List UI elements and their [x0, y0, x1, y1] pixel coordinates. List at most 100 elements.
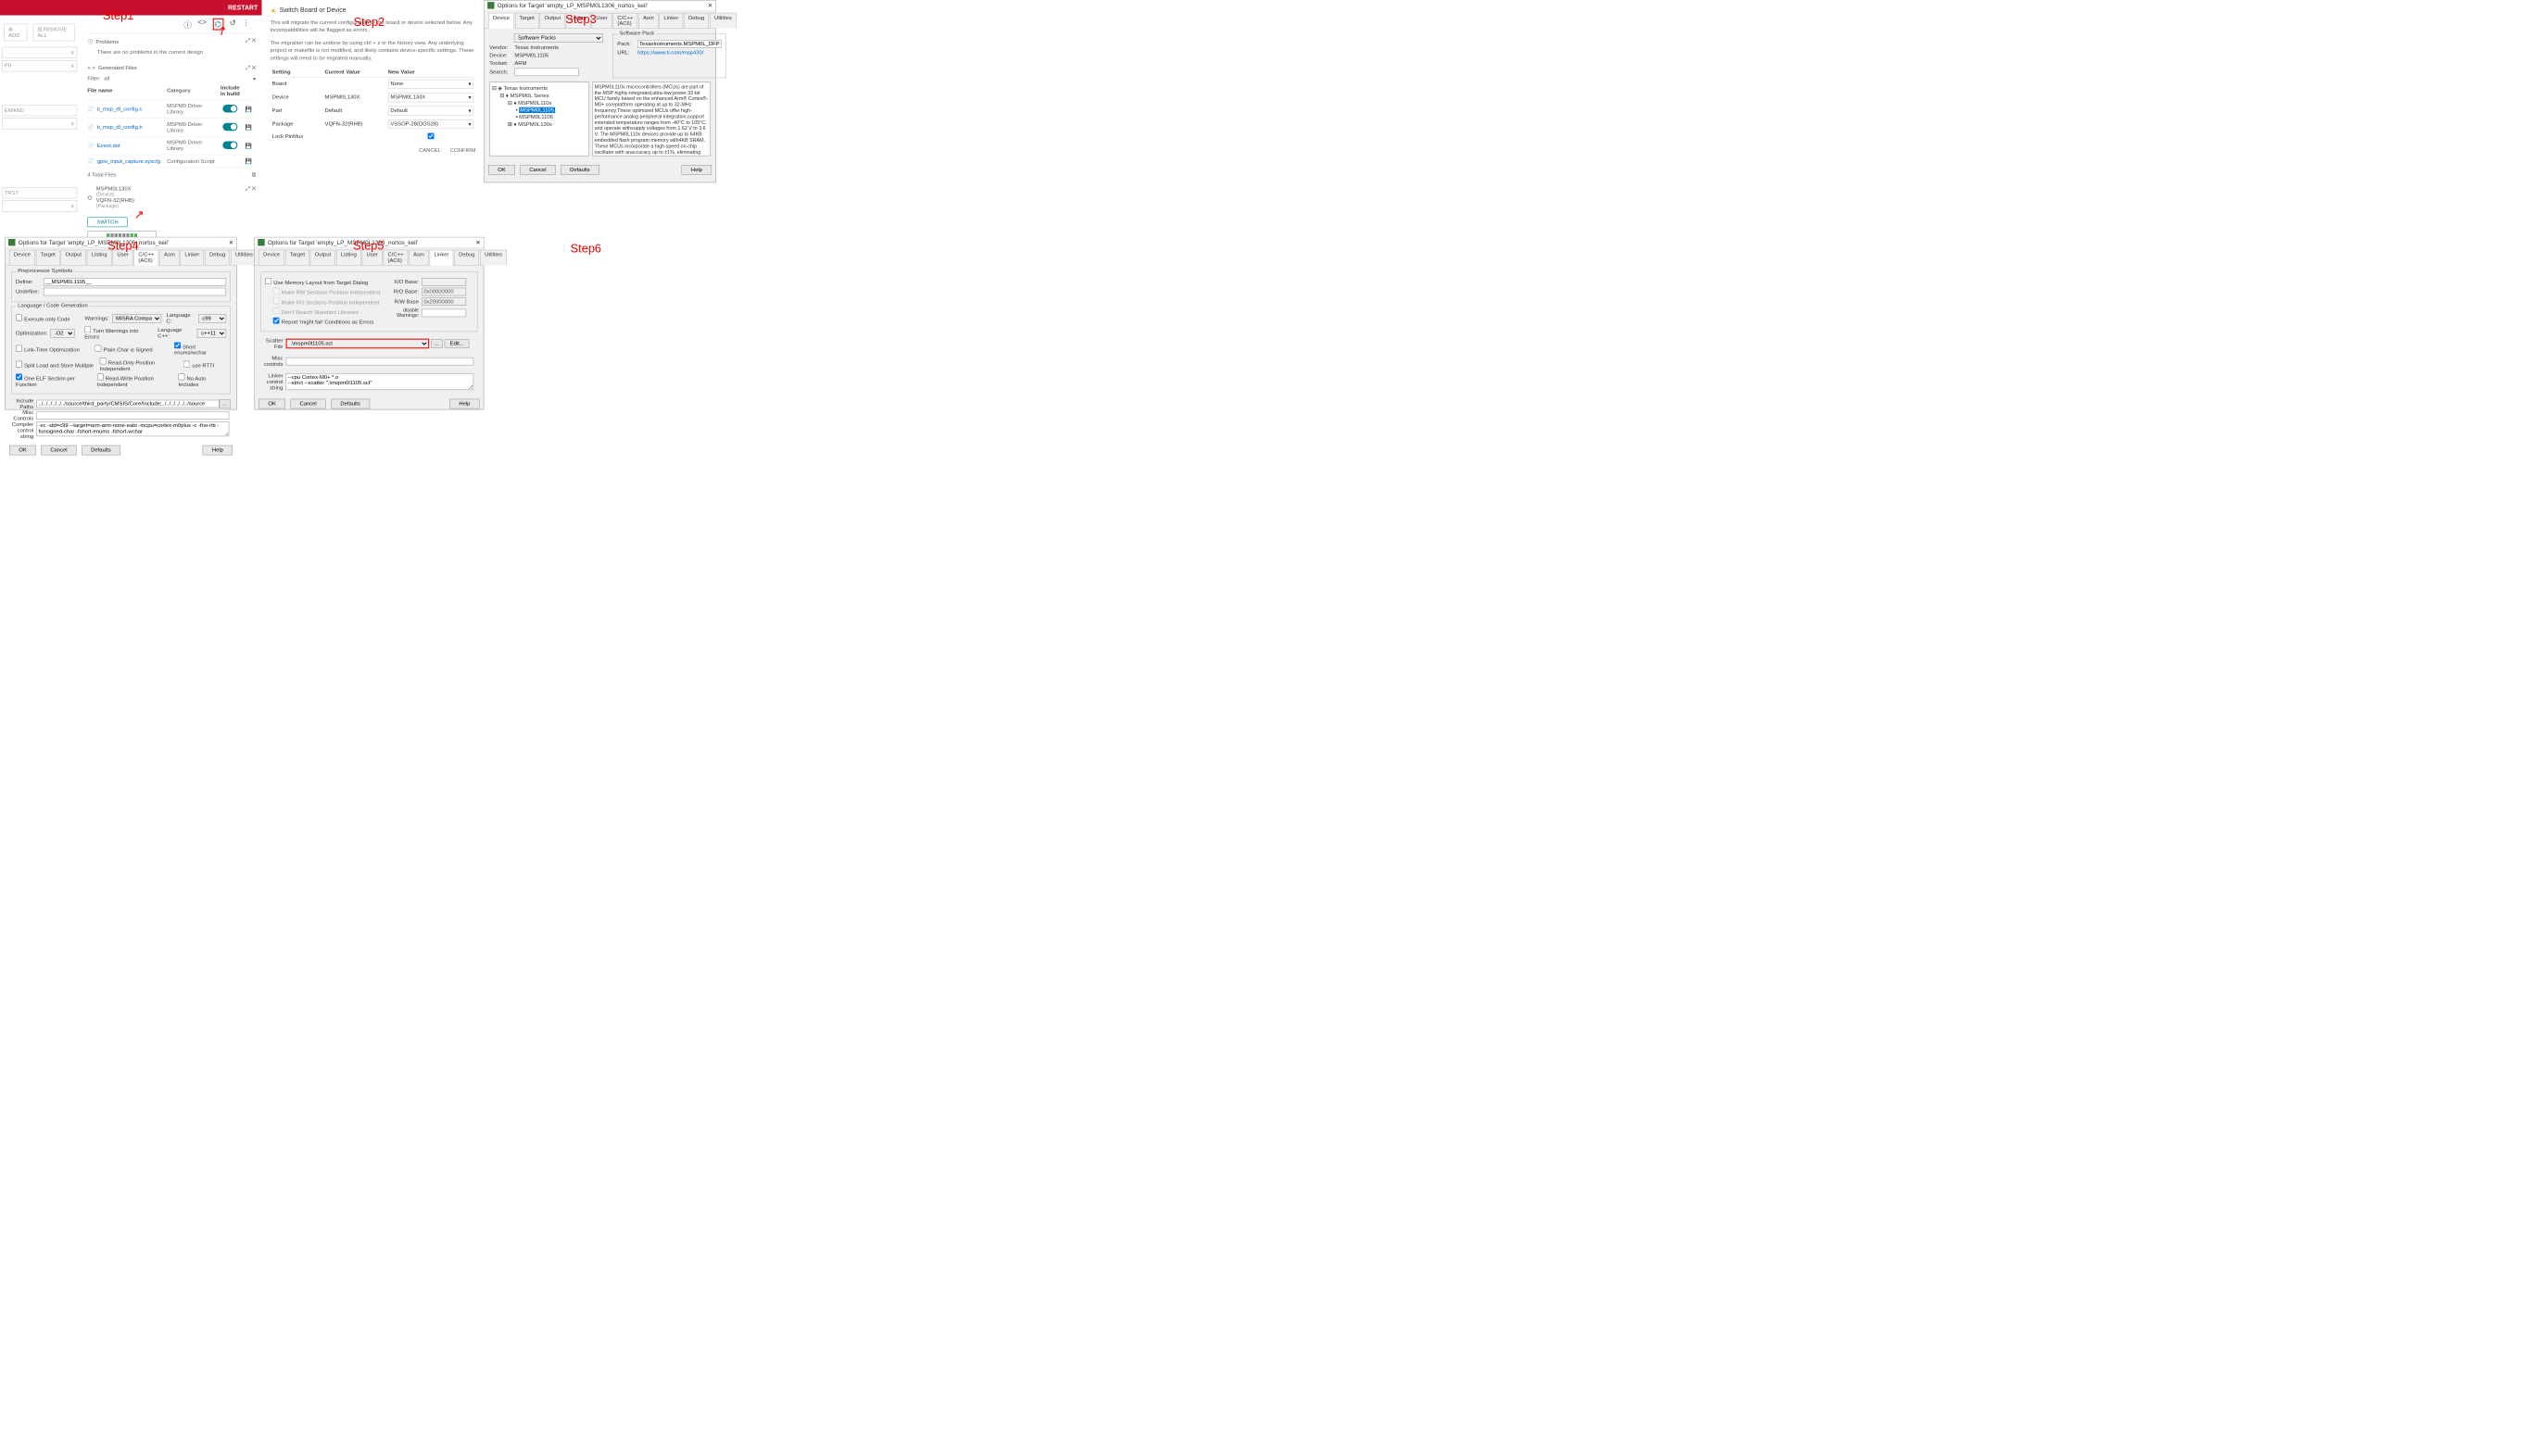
help-button[interactable]: Help — [449, 399, 479, 409]
file-link[interactable]: ti_msp_dl_config.c — [97, 107, 143, 112]
turn-warn-check[interactable] — [84, 326, 91, 333]
edit-button[interactable]: Edit... — [445, 339, 470, 348]
close-icon[interactable]: ✕ — [252, 38, 256, 44]
include-toggle[interactable] — [222, 105, 237, 113]
misc-input[interactable] — [36, 412, 229, 420]
browse-button[interactable]: ... — [220, 399, 231, 408]
help-button[interactable]: Help — [682, 165, 712, 175]
noauto-check[interactable] — [178, 373, 184, 380]
ok-button[interactable]: OK — [9, 446, 36, 456]
tab-debug[interactable]: Debug — [205, 250, 230, 266]
include-toggle[interactable] — [222, 122, 237, 131]
expand-icon[interactable]: ⤢ — [246, 186, 250, 192]
tab-target[interactable]: Target — [515, 13, 539, 29]
shortenum-check[interactable] — [174, 342, 181, 348]
expand-icon[interactable]: ⤢ — [246, 38, 250, 44]
tab-cc[interactable]: C/C++ (AC6) — [384, 250, 409, 266]
url-link[interactable]: https://www.ti.com/msp430/ — [637, 50, 703, 56]
dropdown-trst[interactable]: TRST — [2, 188, 77, 199]
code-icon[interactable]: <> — [197, 19, 207, 31]
opt-select[interactable]: -O2 — [50, 329, 74, 338]
warnings-select[interactable]: MISRA Compatible — [112, 314, 161, 323]
part-select[interactable]: Default▾ — [388, 107, 473, 116]
close-icon[interactable]: ✕ — [229, 239, 233, 245]
scatter-select[interactable]: .\mspm0l1105.sct — [286, 339, 430, 349]
save-icon[interactable]: 💾 — [242, 106, 256, 112]
cancel-button[interactable]: CANCEL — [419, 147, 441, 153]
lock-pinmux-check[interactable] — [427, 132, 434, 139]
device-tree[interactable]: ⊟ ◈ Texas Instruments ⊟ ♦ MSPM0L Series … — [489, 82, 589, 156]
lto-check[interactable] — [16, 345, 22, 352]
ok-button[interactable]: OK — [258, 399, 285, 409]
close-icon[interactable]: ✕ — [708, 2, 712, 8]
device-select[interactable]: MSPM0L134X▾ — [388, 93, 473, 102]
close-icon[interactable]: ✕ — [252, 186, 256, 192]
browse-button[interactable]: ... — [431, 339, 442, 348]
file-link[interactable]: Event.dot — [97, 143, 120, 148]
save-icon[interactable]: 💾 — [242, 143, 256, 149]
save-icon[interactable]: 💾 — [242, 124, 256, 131]
langc-select[interactable]: c99 — [198, 314, 226, 323]
rtti-check[interactable] — [183, 361, 190, 368]
pack-field[interactable] — [637, 40, 722, 48]
undefine-input[interactable] — [44, 288, 226, 296]
plainchar-check[interactable] — [95, 345, 101, 352]
info-icon[interactable]: ⓘ — [183, 19, 192, 31]
tab-target[interactable]: Target — [36, 250, 60, 266]
switch-button[interactable]: SWITCH — [87, 218, 127, 228]
tab-device[interactable]: Device — [488, 13, 514, 29]
tab-linker[interactable]: Linker — [430, 250, 454, 266]
remove-all-button[interactable]: ⊟ REMOVE ALL — [33, 24, 75, 42]
define-input[interactable] — [44, 278, 226, 286]
dropdown-demand[interactable]: EMAND — [2, 106, 77, 117]
dropdown-1[interactable]: ∨ — [2, 47, 77, 58]
langcpp-select[interactable]: c++11 — [197, 329, 226, 338]
ok-button[interactable]: OK — [488, 165, 515, 175]
dropdown-3[interactable]: ∨ — [2, 118, 77, 129]
history-icon[interactable]: ↺ — [230, 19, 236, 31]
dropdown-4[interactable]: ∨ — [2, 200, 77, 211]
tab-linker[interactable]: Linker — [181, 250, 205, 266]
tab-output[interactable]: Output — [540, 13, 565, 29]
include-toggle[interactable] — [222, 141, 237, 149]
oneelf-check[interactable] — [16, 373, 22, 380]
tab-utilities[interactable]: Utilities — [710, 13, 736, 29]
board-select[interactable]: None▾ — [388, 80, 473, 89]
tab-debug[interactable]: Debug — [454, 250, 479, 266]
tab-device[interactable]: Device — [258, 250, 284, 266]
tab-output[interactable]: Output — [310, 250, 335, 266]
help-button[interactable]: Help — [203, 446, 233, 456]
tab-cc[interactable]: C/C++ (AC6) — [613, 13, 638, 29]
tab-debug[interactable]: Debug — [684, 13, 709, 29]
split-check[interactable] — [16, 361, 22, 368]
add-button[interactable]: ⊕ ADD — [4, 24, 27, 42]
rwpos-check[interactable] — [97, 373, 104, 380]
defaults-button[interactable]: Defaults — [82, 446, 120, 456]
include-paths-input[interactable] — [36, 400, 219, 408]
tab-device[interactable]: Device — [9, 250, 35, 266]
file-link[interactable]: ti_msp_dl_config.h — [97, 124, 143, 130]
defaults-button[interactable]: Defaults — [331, 399, 370, 409]
cancel-button[interactable]: Cancel — [290, 399, 326, 409]
tab-asm[interactable]: Asm — [409, 250, 428, 266]
confirm-button[interactable]: CONFIRM — [450, 147, 475, 153]
report-check[interactable] — [273, 318, 280, 324]
file-link[interactable]: gpio_input_capture.syscfg — [97, 158, 160, 164]
save-icon[interactable]: 💾 — [242, 158, 256, 165]
tab-target[interactable]: Target — [285, 250, 309, 266]
cancel-button[interactable]: Cancel — [520, 165, 556, 175]
package-select[interactable]: VSSOP-28(DGS28)▾ — [388, 119, 473, 129]
search-input[interactable] — [514, 69, 578, 77]
tab-asm[interactable]: Asm — [638, 13, 658, 29]
sw-packs-select[interactable]: Software Packs — [514, 33, 603, 43]
tab-asm[interactable]: Asm — [159, 250, 179, 266]
misc-input[interactable] — [286, 358, 474, 366]
selected-device[interactable]: MSPM0L1105 — [519, 107, 555, 113]
copy-icon[interactable]: ⧉ — [252, 171, 256, 178]
tab-linker[interactable]: Linker — [660, 13, 684, 29]
cancel-button[interactable]: Cancel — [41, 446, 77, 456]
dropdown-p0[interactable]: P0∨ — [2, 60, 77, 71]
exec-only-check[interactable] — [16, 315, 22, 321]
close-icon[interactable]: ✕ — [475, 239, 480, 245]
restart-button[interactable]: RESTART — [228, 4, 258, 11]
